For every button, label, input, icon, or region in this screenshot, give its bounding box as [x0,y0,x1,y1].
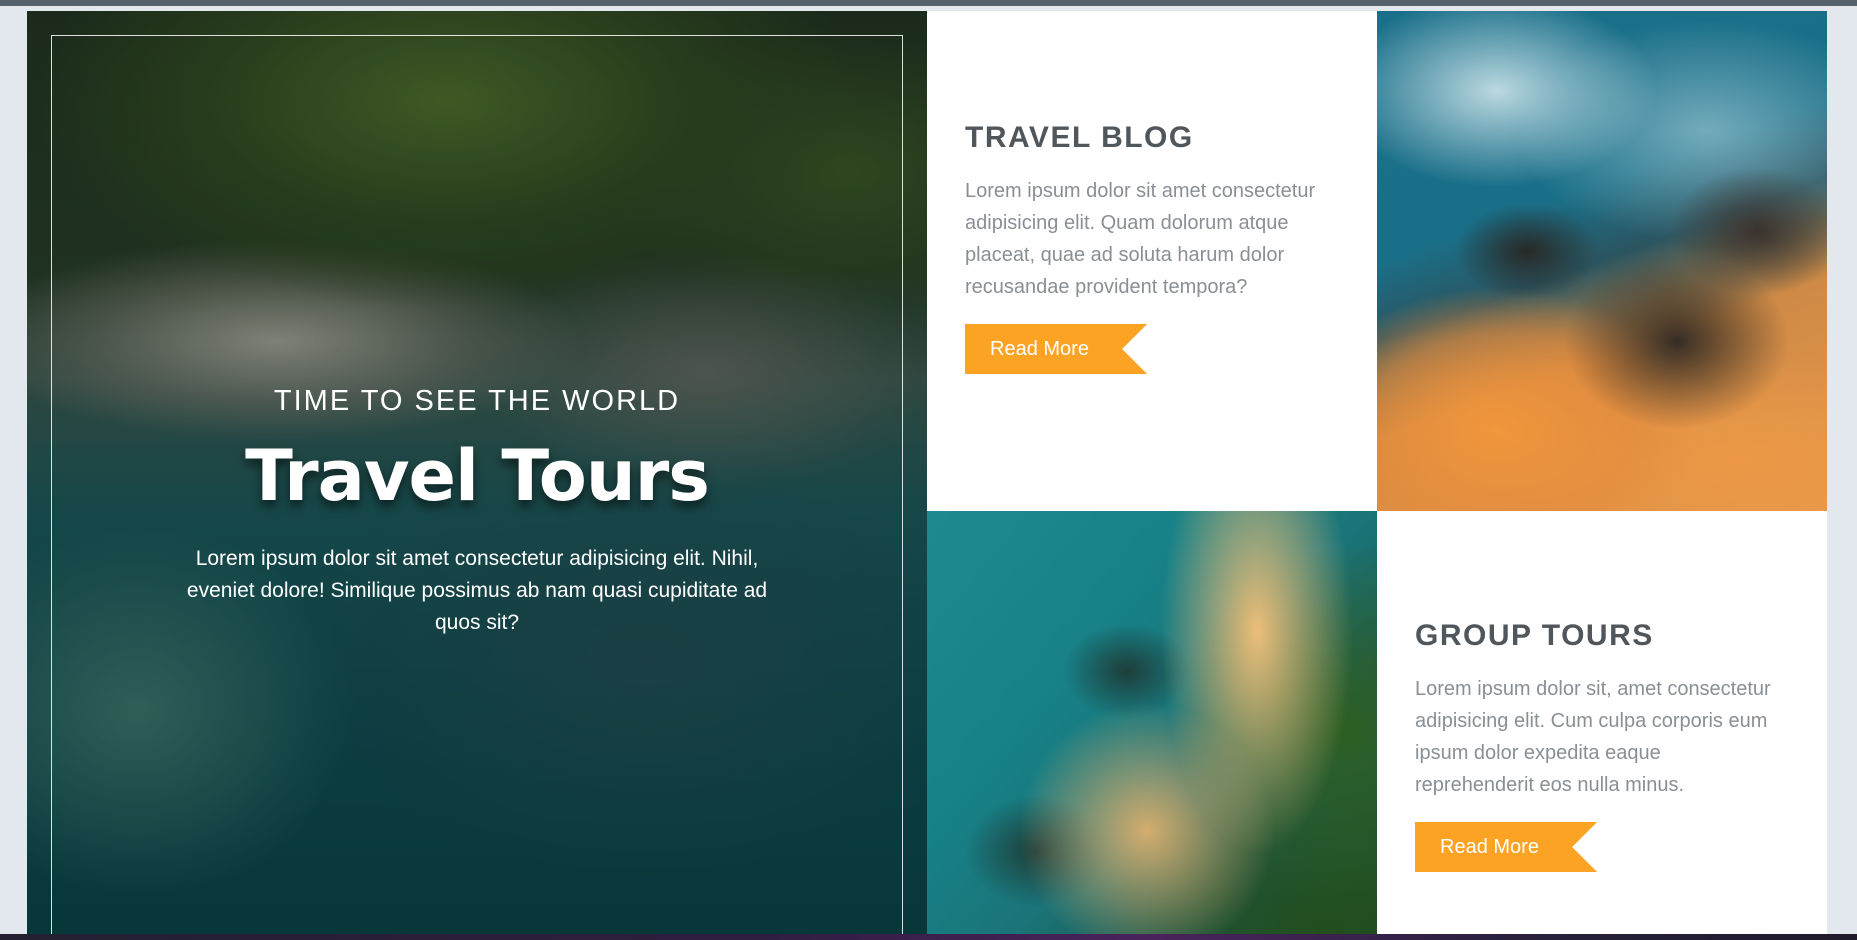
group-tours-title: GROUP TOURS [1415,619,1654,652]
bottom-strip [0,934,1857,940]
travel-blog-read-more-button[interactable]: Read More [965,324,1147,374]
top-strip [0,0,1857,6]
hero-content: TIME TO SEE THE WORLD Travel Tours Lorem… [27,381,927,639]
beach-aerial-photo [927,511,1377,934]
travel-blog-card: TRAVEL BLOG Lorem ipsum dolor sit amet c… [927,11,1377,511]
travel-blog-text: Lorem ipsum dolor sit amet consectetur a… [965,180,1316,298]
travel-blog-title: TRAVEL BLOG [965,121,1194,154]
hero-title: Travel Tours [245,435,710,517]
hero-section: TIME TO SEE THE WORLD Travel Tours Lorem… [27,11,927,934]
coast-rocks-photo [1377,11,1827,511]
hero-text: Lorem ipsum dolor sit amet consectetur a… [186,547,768,634]
group-tours-card: GROUP TOURS Lorem ipsum dolor sit, amet … [1377,511,1827,934]
page: TIME TO SEE THE WORLD Travel Tours Lorem… [27,11,1827,934]
group-tours-text: Lorem ipsum dolor sit, amet consectetur … [1415,678,1771,796]
hero-kicker: TIME TO SEE THE WORLD [273,385,681,417]
group-tours-read-more-button[interactable]: Read More [1415,822,1597,872]
